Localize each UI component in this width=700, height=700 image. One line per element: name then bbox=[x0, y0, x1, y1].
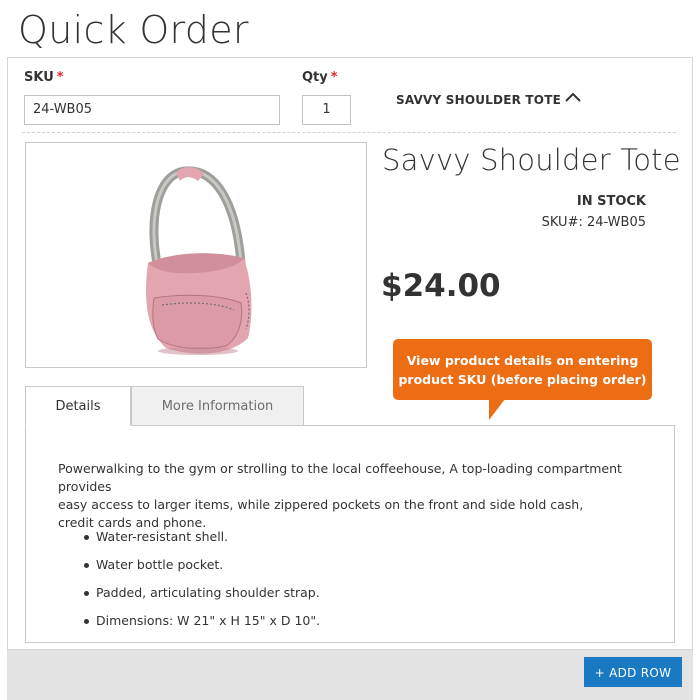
product-image bbox=[25, 142, 367, 368]
page-title: Quick Order bbox=[18, 8, 249, 52]
qty-label-text: Qty bbox=[302, 70, 328, 85]
row-separator bbox=[22, 132, 676, 133]
description-line: easy access to larger items, while zippe… bbox=[58, 497, 584, 512]
feature-list: Water-resistant shell. Water bottle pock… bbox=[82, 529, 320, 641]
chevron-up-icon[interactable] bbox=[564, 90, 582, 104]
callout-line-2: product SKU (before placing order) bbox=[398, 372, 647, 387]
sku-input[interactable]: 24-WB05 bbox=[24, 95, 280, 125]
product-sku: SKU#: 24-WB05 bbox=[541, 215, 646, 230]
product-name-header: SAVVY SHOULDER TOTE bbox=[396, 93, 561, 107]
feature-item: Padded, articulating shoulder strap. bbox=[82, 585, 320, 613]
description-line: Powerwalking to the gym or strolling to … bbox=[58, 461, 622, 494]
feature-item: Water bottle pocket. bbox=[82, 557, 320, 585]
qty-label: Qty * bbox=[302, 70, 338, 85]
qty-input-value: 1 bbox=[322, 102, 331, 117]
callout-tail bbox=[489, 399, 505, 420]
add-row-button[interactable]: + ADD ROW bbox=[584, 657, 682, 687]
info-callout: View product details on entering product… bbox=[393, 339, 652, 400]
tab-more-information[interactable]: More Information bbox=[131, 386, 304, 426]
sku-label: SKU * bbox=[24, 70, 64, 85]
feature-item: Water-resistant shell. bbox=[82, 529, 320, 557]
tote-bag-image bbox=[145, 166, 252, 355]
tab-details[interactable]: Details bbox=[25, 386, 131, 426]
sku-required-mark: * bbox=[56, 70, 64, 85]
callout-line-1: View product details on entering bbox=[406, 353, 639, 368]
sku-label-text: SKU bbox=[24, 70, 54, 85]
feature-item: Dimensions: W 21" x H 15" x D 10". bbox=[82, 613, 320, 641]
qty-required-mark: * bbox=[330, 70, 338, 85]
product-price: $24.00 bbox=[381, 268, 501, 304]
product-title: Savvy Shoulder Tote bbox=[382, 143, 681, 177]
sku-input-value: 24-WB05 bbox=[33, 102, 93, 117]
product-description: Powerwalking to the gym or strolling to … bbox=[58, 460, 658, 532]
qty-input[interactable]: 1 bbox=[302, 95, 351, 125]
details-tab-panel: Powerwalking to the gym or strolling to … bbox=[25, 425, 675, 643]
stock-status: IN STOCK bbox=[576, 194, 646, 209]
